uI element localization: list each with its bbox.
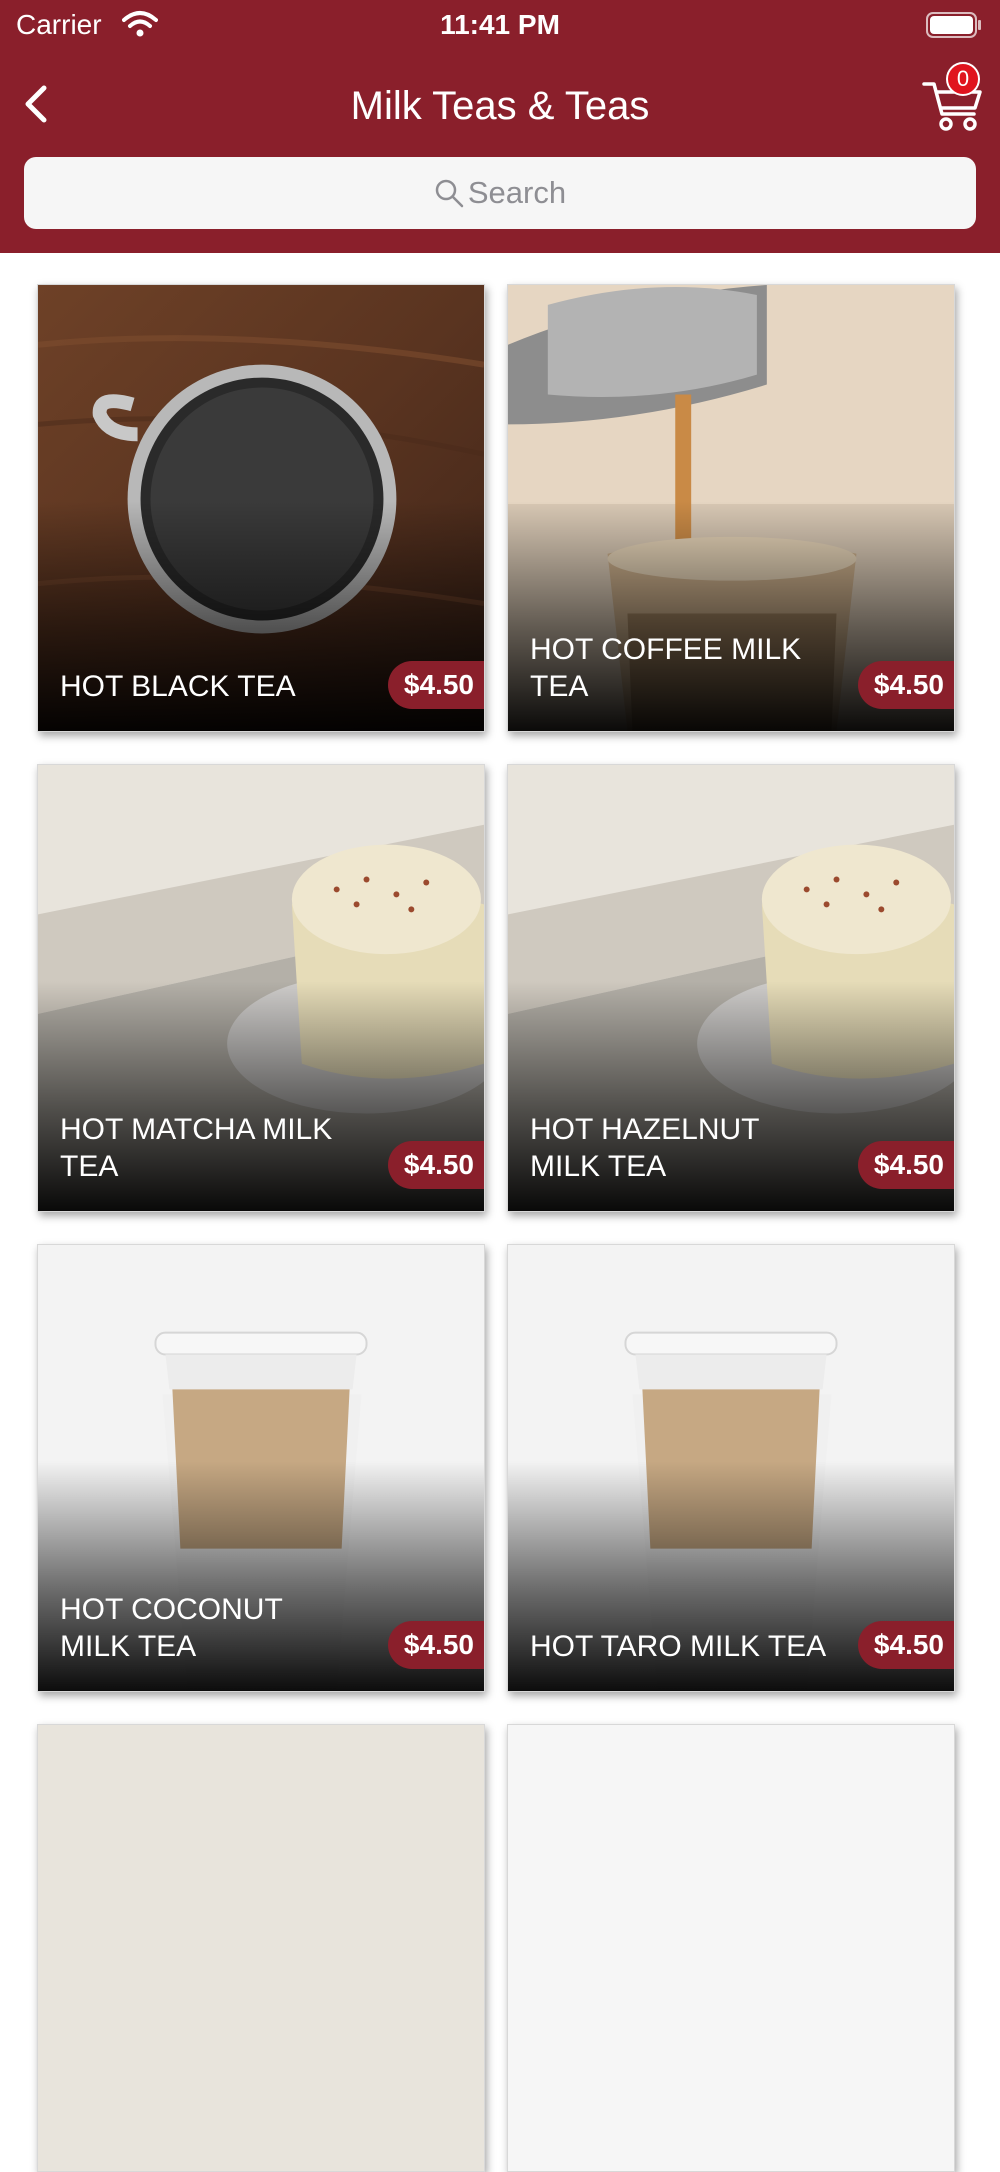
product-name: HOT COCONUT MILK TEA [60,1593,283,1663]
price-badge: $4.50 [387,661,484,709]
product-card-partial[interactable] [37,1724,485,2172]
product-card-partial[interactable] [507,1724,955,2172]
search-bar[interactable]: Search [24,157,976,229]
product-name: HOT MATCHA MILK TEA [60,1113,333,1183]
search-icon [435,179,464,208]
product-photo [508,1725,954,2171]
price-badge: $4.50 [387,1621,484,1669]
header-bar: Carrier 11:41 PM Milk Teas & Teas 0 Sear [0,0,1000,253]
product-card[interactable]: HOT HAZELNUT MILK TEA $4.50 [507,764,955,1212]
price-badge: $4.50 [857,1621,954,1669]
product-name: HOT HAZELNUT MILK TEA [530,1113,759,1183]
search-input[interactable]: Search [24,157,976,229]
product-name: HOT TARO MILK TEA [530,1630,827,1663]
cart-count-badge: 0 [946,62,980,96]
price-badge: $4.50 [387,1141,484,1189]
battery-icon [926,12,981,38]
page-title: Milk Teas & Teas [350,84,650,128]
product-photo [38,1725,484,2171]
clock: 11:41 PM [440,9,560,40]
status-bar: Carrier 11:41 PM [0,0,1000,50]
search-placeholder: Search [467,175,567,210]
product-card[interactable]: HOT TARO MILK TEA $4.50 [507,1244,955,1692]
product-card[interactable]: HOT COCONUT MILK TEA $4.50 [37,1244,485,1692]
product-card[interactable]: HOT COFFEE MILK TEA $4.50 [507,284,955,732]
product-name: HOT BLACK TEA [60,670,296,703]
product-name: HOT COFFEE MILK TEA [530,633,802,703]
price-badge: $4.50 [857,1141,954,1189]
product-card[interactable]: HOT MATCHA MILK TEA $4.50 [37,764,485,1212]
product-card[interactable]: HOT BLACK TEA $4.50 [37,284,485,732]
price-badge: $4.50 [857,661,954,709]
